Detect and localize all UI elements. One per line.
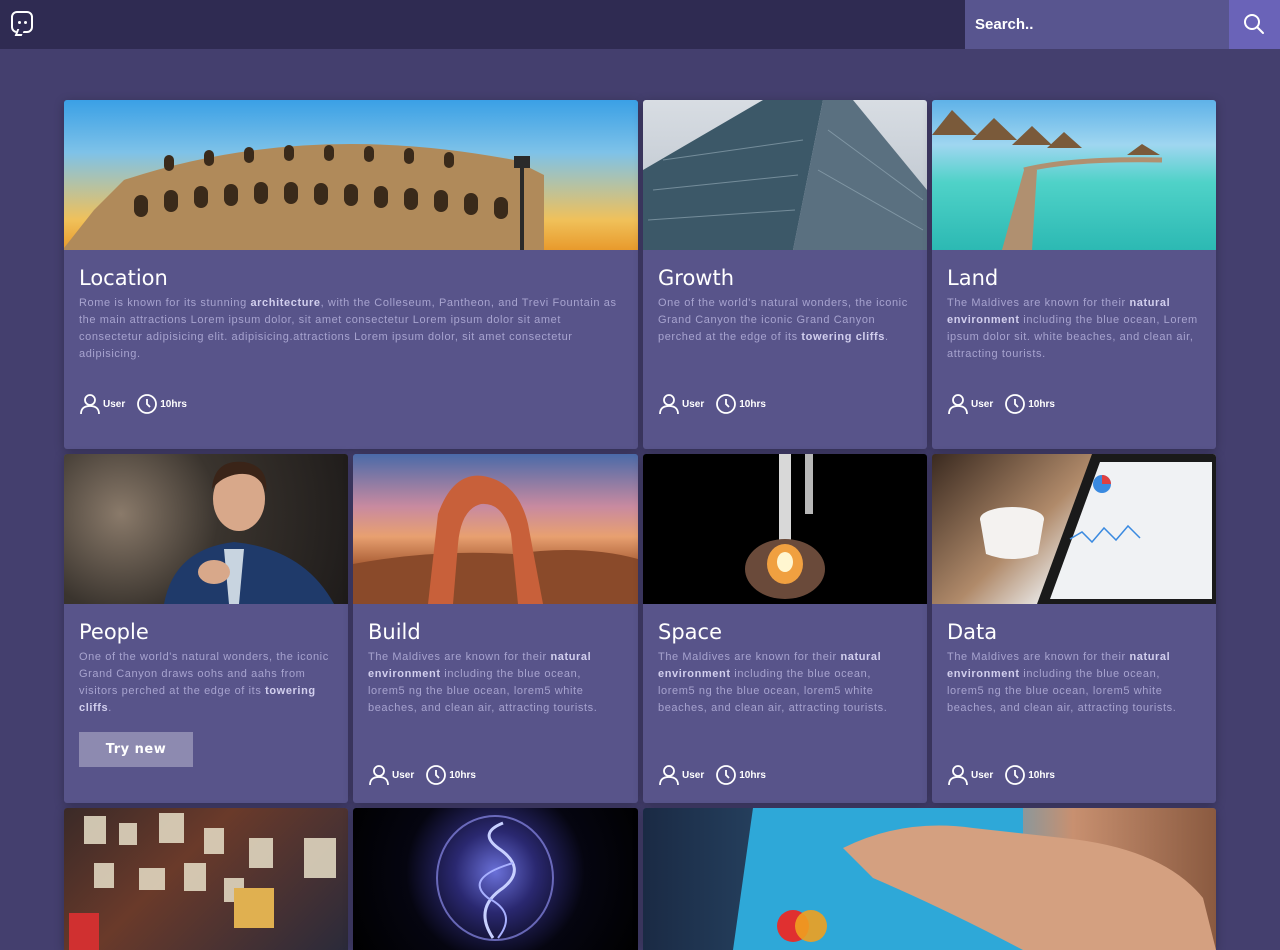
user-icon [659, 394, 679, 415]
skyscraper-photo [643, 100, 927, 250]
clock-icon [1005, 765, 1026, 785]
clock-icon [137, 394, 158, 414]
top-bar [0, 0, 1280, 49]
author-label: User [392, 769, 415, 781]
search-icon [1244, 14, 1264, 34]
man-in-suit-photo [64, 454, 348, 604]
read-time: 10hrs [715, 393, 766, 415]
card-description: The Maldives are known for their natural… [947, 297, 1198, 360]
credit-card-photo [643, 808, 1216, 950]
card-land[interactable]: Land The Maldives are known for their na… [932, 100, 1216, 449]
poster-wall-photo [64, 808, 348, 950]
author-label: User [103, 398, 126, 410]
card-title: Build [368, 620, 421, 644]
author-label: User [971, 398, 994, 410]
card-people[interactable]: People One of the world's natural wonder… [64, 454, 348, 803]
time-label: 10hrs [1028, 398, 1055, 410]
card-build[interactable]: Build The Maldives are known for their n… [353, 454, 638, 803]
card-meta: User 10hrs [79, 392, 198, 416]
plasma-bulb-photo [353, 808, 638, 950]
card-meta: User 10hrs [658, 763, 777, 787]
rocket-launch-photo [643, 454, 927, 604]
card-description: One of the world's natural wonders, the … [658, 297, 908, 343]
rock-arch-photo [353, 454, 638, 604]
user-icon [369, 765, 389, 786]
author-label: User [971, 769, 994, 781]
read-time: 10hrs [136, 393, 187, 415]
author-label: User [682, 398, 705, 410]
user-icon [80, 394, 100, 415]
card-payment[interactable] [643, 808, 1216, 950]
time-label: 10hrs [1028, 769, 1055, 781]
user-icon [659, 765, 679, 786]
try-new-button[interactable]: Try new [79, 732, 193, 767]
read-time: 10hrs [1004, 393, 1055, 415]
card-growth[interactable]: Growth One of the world's natural wonder… [643, 100, 927, 449]
card-description: Rome is known for its stunning architect… [79, 297, 617, 360]
card-description: The Maldives are known for their natural… [368, 651, 598, 714]
clock-icon [716, 394, 737, 414]
card-description: The Maldives are known for their natural… [658, 651, 888, 714]
author[interactable]: User [947, 764, 993, 786]
author[interactable]: User [658, 764, 704, 786]
search-bar [965, 0, 1280, 49]
time-label: 10hrs [160, 398, 187, 410]
author[interactable]: User [947, 393, 993, 415]
search-input[interactable] [965, 0, 1229, 49]
card-title: Location [79, 266, 168, 290]
read-time: 10hrs [425, 764, 476, 786]
chat-logo-icon[interactable] [11, 11, 33, 36]
card-space[interactable]: Space The Maldives are known for their n… [643, 454, 927, 803]
author-label: User [682, 769, 705, 781]
card-title: Growth [658, 266, 735, 290]
card-title: Land [947, 266, 999, 290]
time-label: 10hrs [739, 769, 766, 781]
author[interactable]: User [368, 764, 414, 786]
clock-icon [716, 765, 737, 785]
card-description: The Maldives are known for their natural… [947, 651, 1177, 714]
maldives-photo [932, 100, 1216, 250]
card-meta: User 10hrs [658, 392, 777, 416]
search-button[interactable] [1229, 0, 1280, 49]
author[interactable]: User [79, 393, 125, 415]
card-description: One of the world's natural wonders, the … [79, 651, 329, 714]
user-icon [948, 765, 968, 786]
card-meta: User 10hrs [947, 392, 1066, 416]
card-title: Space [658, 620, 722, 644]
read-time: 10hrs [715, 764, 766, 786]
card-bulb[interactable] [353, 808, 638, 950]
card-wall[interactable] [64, 808, 348, 950]
clock-icon [1005, 394, 1026, 414]
card-meta: User 10hrs [947, 763, 1066, 787]
tablet-dashboard-photo [932, 454, 1216, 604]
card-data[interactable]: Data The Maldives are known for their na… [932, 454, 1216, 803]
user-icon [948, 394, 968, 415]
time-label: 10hrs [739, 398, 766, 410]
card-title: People [79, 620, 149, 644]
time-label: 10hrs [449, 769, 476, 781]
card-meta: User 10hrs [368, 763, 487, 787]
author[interactable]: User [658, 393, 704, 415]
card-location[interactable]: Location Rome is known for its stunning … [64, 100, 638, 449]
read-time: 10hrs [1004, 764, 1055, 786]
clock-icon [426, 765, 447, 785]
card-title: Data [947, 620, 998, 644]
colosseum-photo [64, 100, 638, 250]
